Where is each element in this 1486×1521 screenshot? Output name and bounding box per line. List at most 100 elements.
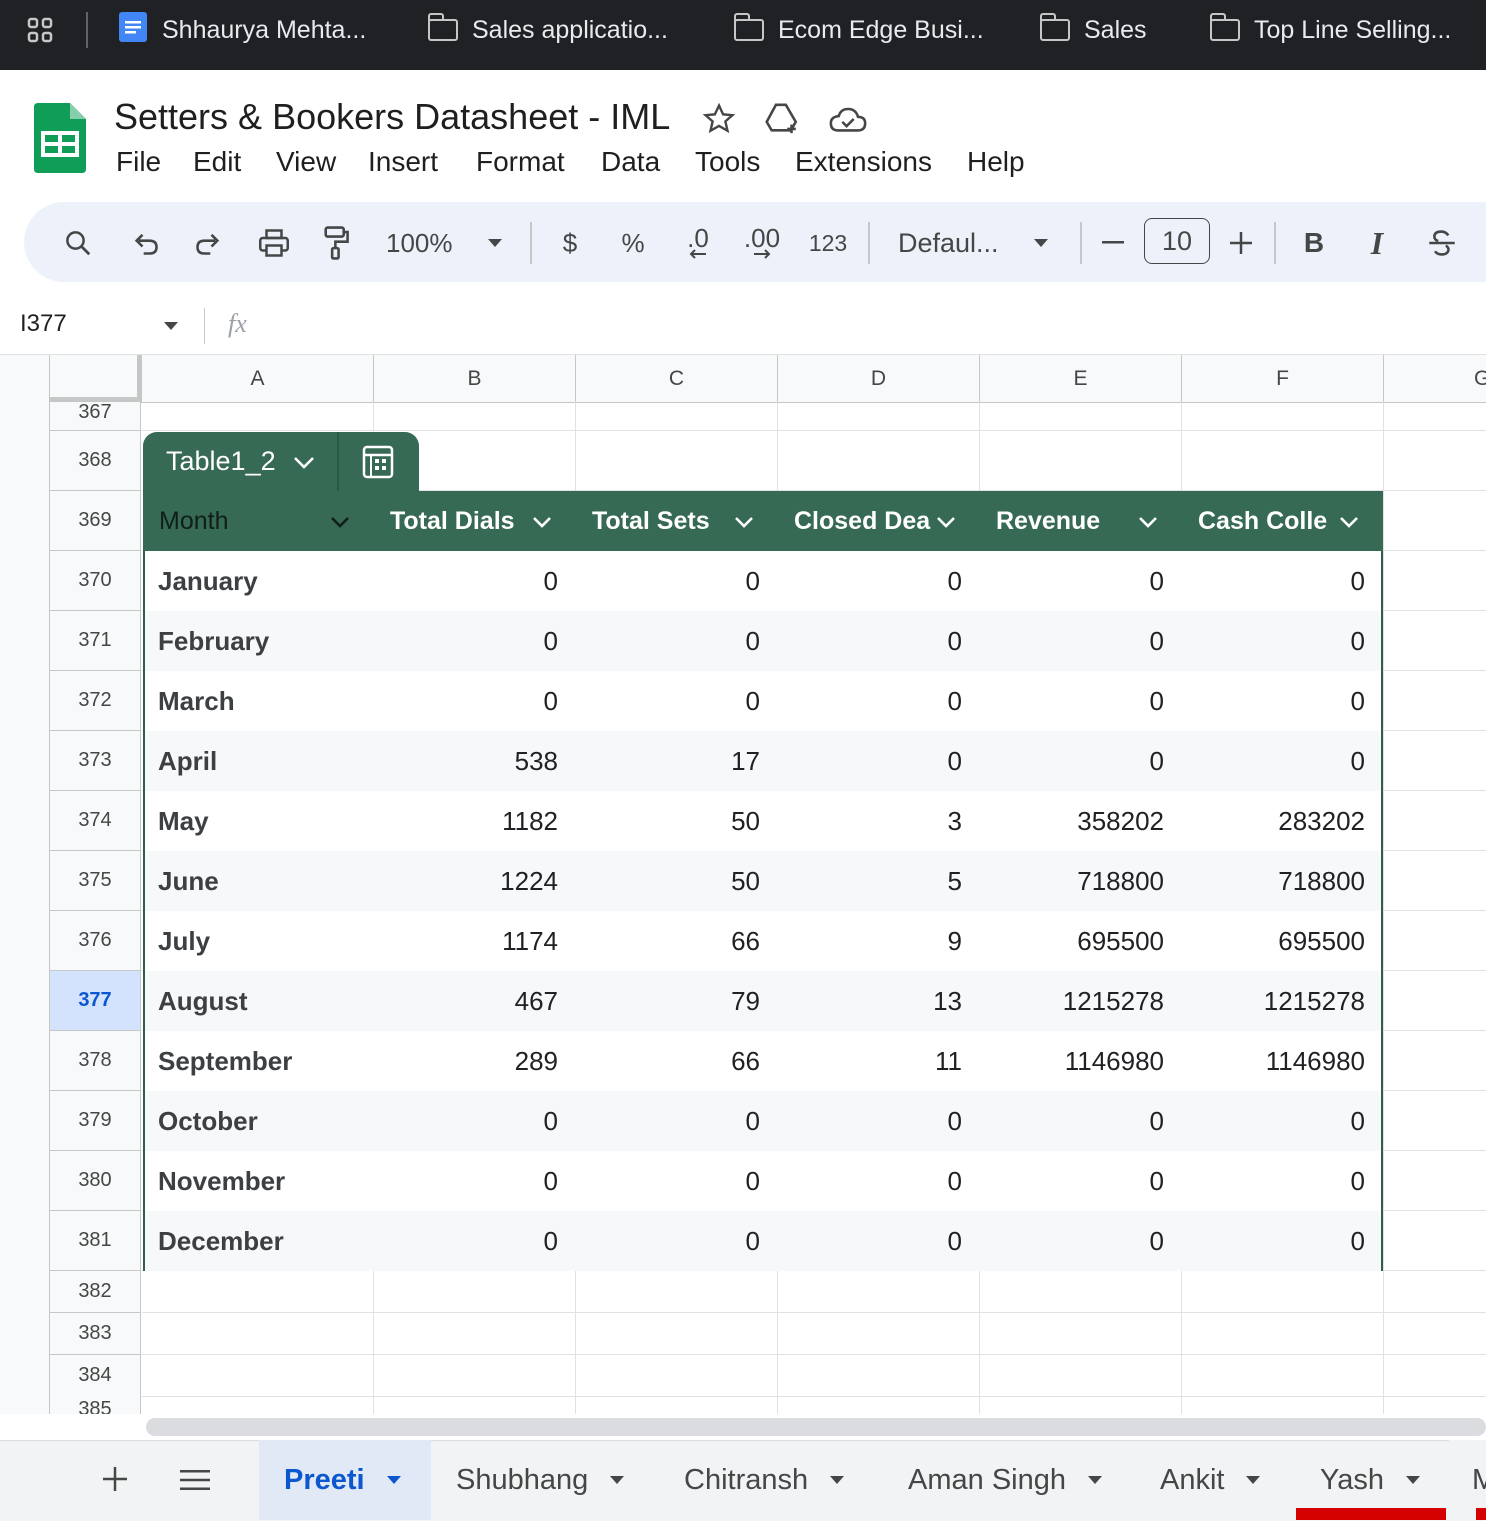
apps-grid-icon[interactable] — [27, 17, 53, 43]
table-cell[interactable]: 0 — [980, 1091, 1164, 1151]
row-header[interactable]: 373 — [50, 731, 141, 791]
row-header[interactable]: 374 — [50, 791, 141, 851]
name-box[interactable]: I377 — [20, 310, 67, 338]
table-cell[interactable]: 1146980 — [1182, 1031, 1365, 1091]
table-cell[interactable]: 1215278 — [980, 971, 1164, 1031]
strikethrough-icon[interactable] — [1424, 224, 1460, 262]
table-cell[interactable]: 0 — [576, 611, 760, 671]
table-cell[interactable]: 0 — [778, 611, 962, 671]
chevron-down-icon[interactable] — [830, 1476, 845, 1484]
table-cell[interactable]: 0 — [576, 1091, 760, 1151]
menu-view[interactable]: View — [276, 146, 336, 178]
row-header[interactable]: 377 — [50, 971, 141, 1031]
more-formats-button[interactable]: 123 — [806, 224, 850, 262]
table-column-header[interactable]: Total Sets — [592, 491, 732, 551]
table-cell[interactable]: 283202 — [1182, 791, 1365, 851]
row-header[interactable]: 384 — [50, 1355, 141, 1397]
chevron-down-icon[interactable] — [1339, 516, 1359, 528]
menu-extensions[interactable]: Extensions — [795, 146, 932, 178]
column-header-c[interactable]: C — [576, 355, 778, 402]
column-header-d[interactable]: D — [778, 355, 980, 402]
table-column-header[interactable]: Month — [159, 491, 328, 551]
month-cell[interactable]: September — [158, 1031, 369, 1091]
table-cell[interactable]: 695500 — [980, 911, 1164, 971]
table-cell[interactable]: 0 — [778, 1151, 962, 1211]
table-cell[interactable]: 0 — [374, 551, 558, 611]
table-cell[interactable]: 0 — [1182, 611, 1365, 671]
month-cell[interactable]: January — [158, 551, 369, 611]
table-cell[interactable]: 0 — [778, 731, 962, 791]
bold-button[interactable]: B — [1298, 224, 1330, 262]
table-cell[interactable]: 0 — [374, 1211, 558, 1271]
table-cell[interactable]: 0 — [576, 1211, 760, 1271]
document-title[interactable]: Setters & Bookers Datasheet - IML — [114, 96, 670, 138]
table-cell[interactable]: 0 — [980, 671, 1164, 731]
font-size-input[interactable]: 10 — [1144, 218, 1210, 264]
row-header[interactable]: 380 — [50, 1151, 141, 1211]
row-header[interactable]: 376 — [50, 911, 141, 971]
table-cell[interactable]: 467 — [374, 971, 558, 1031]
table-cell[interactable]: 17 — [576, 731, 760, 791]
table-cell[interactable]: 0 — [980, 731, 1164, 791]
chevron-down-icon[interactable] — [936, 516, 956, 528]
row-header[interactable]: 385 — [50, 1396, 141, 1414]
table-cell[interactable]: 9 — [778, 911, 962, 971]
table-cell[interactable]: 0 — [1182, 1091, 1365, 1151]
table-cell[interactable]: 0 — [1182, 731, 1365, 791]
month-cell[interactable]: December — [158, 1211, 369, 1271]
table-cell[interactable]: 0 — [778, 551, 962, 611]
month-cell[interactable]: March — [158, 671, 369, 731]
table-cell[interactable]: 0 — [980, 1211, 1164, 1271]
chevron-down-icon[interactable] — [532, 516, 552, 528]
month-cell[interactable]: August — [158, 971, 369, 1031]
horizontal-scrollbar[interactable] — [146, 1418, 1486, 1436]
row-header[interactable]: 379 — [50, 1091, 141, 1151]
table-cell[interactable]: 538 — [374, 731, 558, 791]
menu-insert[interactable]: Insert — [368, 146, 438, 178]
table-cell[interactable]: 0 — [1182, 1151, 1365, 1211]
menu-format[interactable]: Format — [476, 146, 565, 178]
table-cell[interactable]: 0 — [374, 1091, 558, 1151]
percent-format-button[interactable]: % — [618, 224, 648, 262]
chevron-down-icon[interactable] — [1138, 516, 1158, 528]
chevron-down-icon[interactable] — [386, 1476, 401, 1484]
row-header[interactable]: 372 — [50, 671, 141, 731]
table-column-header[interactable]: Revenue — [996, 491, 1136, 551]
select-all-corner[interactable] — [50, 355, 142, 402]
all-sheets-icon[interactable] — [180, 1468, 210, 1492]
table-cell[interactable]: 1182 — [374, 791, 558, 851]
chevron-down-icon[interactable] — [484, 224, 506, 262]
search-menus-icon[interactable] — [60, 224, 96, 262]
row-header[interactable]: 369 — [50, 491, 141, 551]
decrease-font-size-icon[interactable] — [1098, 224, 1128, 262]
decrease-decimal-button[interactable]: .0 — [678, 224, 718, 262]
chevron-down-icon[interactable] — [1405, 1476, 1420, 1484]
table-cell[interactable]: 0 — [374, 611, 558, 671]
sheet-tab-chitransh[interactable]: Chitransh — [684, 1444, 845, 1516]
table-column-header[interactable]: Total Dials — [390, 491, 530, 551]
font-select[interactable]: Defaul... — [898, 224, 1018, 262]
table-name-chip[interactable]: Table1_2 — [143, 432, 419, 491]
row-header[interactable]: 375 — [50, 851, 141, 911]
bookmark-item[interactable]: Top Line Selling... — [1209, 0, 1451, 60]
chevron-down-icon[interactable] — [330, 516, 350, 528]
table-cell[interactable]: 0 — [778, 1211, 962, 1271]
row-header[interactable]: 368 — [50, 431, 141, 491]
increase-decimal-button[interactable]: .00 — [740, 224, 784, 262]
table-cell[interactable]: 0 — [576, 1151, 760, 1211]
chevron-down-icon[interactable] — [734, 516, 754, 528]
redo-icon[interactable] — [190, 224, 226, 262]
sheet-tab-yash[interactable]: Yash — [1320, 1444, 1420, 1516]
print-icon[interactable] — [254, 224, 294, 262]
chevron-down-icon[interactable] — [293, 456, 315, 470]
table-cell[interactable]: 0 — [1182, 1211, 1365, 1271]
month-cell[interactable]: May — [158, 791, 369, 851]
table-cell[interactable]: 0 — [980, 551, 1164, 611]
table-cell[interactable]: 11 — [778, 1031, 962, 1091]
italic-button[interactable]: I — [1362, 224, 1392, 262]
bookmark-item[interactable]: Sales — [1039, 0, 1147, 60]
bookmark-item[interactable]: Ecom Edge Busi... — [733, 0, 984, 60]
table-cell[interactable]: 1215278 — [1182, 971, 1365, 1031]
chevron-down-icon[interactable] — [610, 1476, 625, 1484]
table-cell[interactable]: 13 — [778, 971, 962, 1031]
